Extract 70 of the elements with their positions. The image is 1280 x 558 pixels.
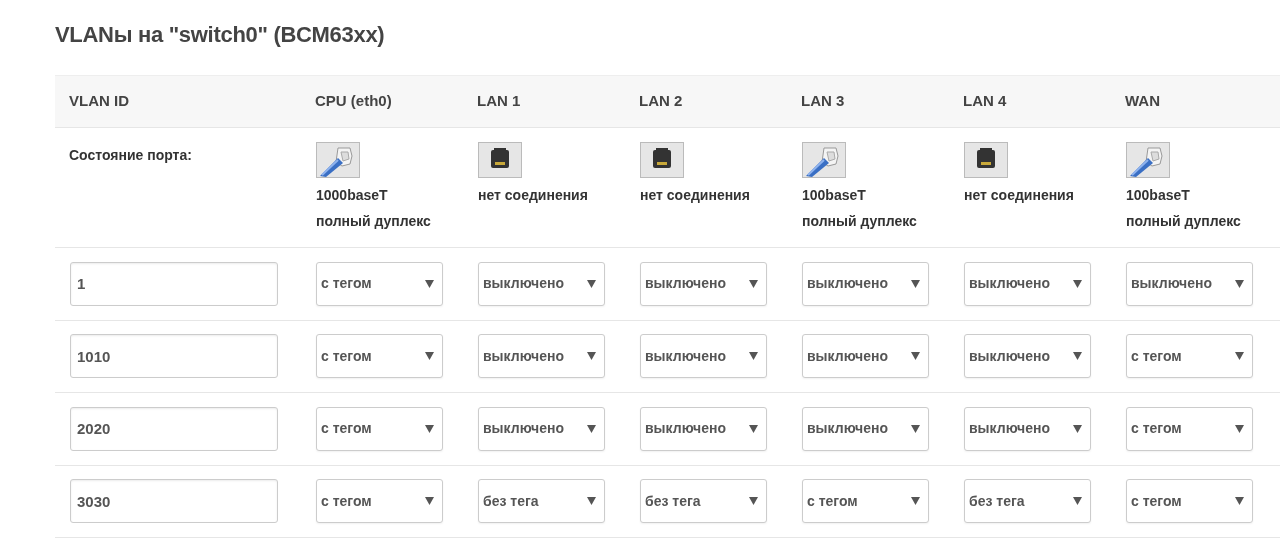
port-mode-select[interactable]: выключено bbox=[478, 406, 605, 451]
caret-icon bbox=[749, 424, 758, 433]
caret-icon bbox=[911, 424, 920, 433]
caret-icon bbox=[425, 279, 434, 288]
caret-icon bbox=[587, 497, 596, 506]
caret-icon bbox=[1073, 279, 1082, 288]
port-mode-select[interactable]: с тегом bbox=[1126, 406, 1253, 451]
vlan-id-field[interactable]: 1 bbox=[70, 261, 278, 306]
caret-icon bbox=[911, 352, 920, 361]
port-status-text: полный дуплекс bbox=[802, 212, 918, 231]
port-status-text: нет соединения bbox=[964, 186, 1075, 205]
port-status-label: Состояние порта: bbox=[69, 146, 193, 165]
port-status-text: нет соединения bbox=[478, 186, 589, 205]
caret-icon bbox=[425, 497, 434, 506]
port-mode-select[interactable]: без тега bbox=[478, 479, 605, 524]
page-title: VLANы на "switch0" (BCM63xx) bbox=[55, 22, 386, 49]
port-mode-select[interactable]: с тегом bbox=[802, 479, 929, 524]
caret-icon bbox=[749, 497, 758, 506]
caret-icon bbox=[587, 279, 596, 288]
caret-icon bbox=[1073, 352, 1082, 361]
port-mode-select[interactable]: выключено bbox=[478, 334, 605, 379]
caret-icon bbox=[749, 279, 758, 288]
port-status-text: 1000baseT bbox=[316, 186, 389, 205]
port-status-text: полный дуплекс bbox=[316, 212, 432, 231]
vlan-id-field[interactable]: 1010 bbox=[70, 334, 278, 379]
column-header: LAN 1 bbox=[477, 91, 521, 112]
column-header: LAN 2 bbox=[639, 91, 683, 112]
port-mode-select[interactable]: выключено bbox=[802, 406, 929, 451]
caret-icon bbox=[587, 424, 596, 433]
port-status-text: полный дуплекс bbox=[1126, 212, 1242, 231]
port-mode-select[interactable]: выключено bbox=[478, 261, 605, 306]
caret-icon bbox=[911, 497, 920, 506]
port-status-text: нет соединения bbox=[640, 186, 751, 205]
port-mode-select[interactable]: выключено bbox=[1126, 261, 1253, 306]
caret-icon bbox=[587, 352, 596, 361]
vlan-id-field[interactable]: 2020 bbox=[70, 406, 278, 451]
port-mode-select[interactable]: выключено bbox=[640, 334, 767, 379]
port-mode-select[interactable]: выключено bbox=[640, 406, 767, 451]
port-mode-select[interactable]: с тегом bbox=[316, 406, 443, 451]
column-header: VLAN ID bbox=[69, 91, 129, 112]
port-mode-select[interactable]: выключено bbox=[640, 261, 767, 306]
caret-icon bbox=[1235, 497, 1244, 506]
caret-icon bbox=[911, 279, 920, 288]
column-header: WAN bbox=[1125, 91, 1160, 112]
port-mode-select[interactable]: выключено bbox=[964, 406, 1091, 451]
vlan-id-field[interactable]: 3030 bbox=[70, 479, 278, 524]
port-mode-select[interactable]: с тегом bbox=[316, 334, 443, 379]
caret-icon bbox=[425, 424, 434, 433]
port-mode-select[interactable]: выключено bbox=[964, 261, 1091, 306]
column-header: LAN 4 bbox=[963, 91, 1007, 112]
caret-icon bbox=[1073, 497, 1082, 506]
caret-icon bbox=[1235, 352, 1244, 361]
port-status-text: 100baseT bbox=[802, 186, 867, 205]
port-mode-select[interactable]: без тега bbox=[964, 479, 1091, 524]
caret-icon bbox=[1235, 279, 1244, 288]
port-mode-select[interactable]: с тегом bbox=[1126, 479, 1253, 524]
port-mode-select[interactable]: с тегом bbox=[1126, 334, 1253, 379]
caret-icon bbox=[749, 352, 758, 361]
port-mode-select[interactable]: выключено bbox=[802, 261, 929, 306]
caret-icon bbox=[425, 352, 434, 361]
port-mode-select[interactable]: выключено bbox=[802, 334, 929, 379]
port-mode-select[interactable]: с тегом bbox=[316, 479, 443, 524]
caret-icon bbox=[1235, 424, 1244, 433]
port-mode-select[interactable]: без тега bbox=[640, 479, 767, 524]
port-mode-select[interactable]: выключено bbox=[964, 334, 1091, 379]
caret-icon bbox=[1073, 424, 1082, 433]
port-mode-select[interactable]: с тегом bbox=[316, 261, 443, 306]
port-status-text: 100baseT bbox=[1126, 186, 1191, 205]
column-header: CPU (eth0) bbox=[315, 91, 392, 112]
column-header: LAN 3 bbox=[801, 91, 845, 112]
